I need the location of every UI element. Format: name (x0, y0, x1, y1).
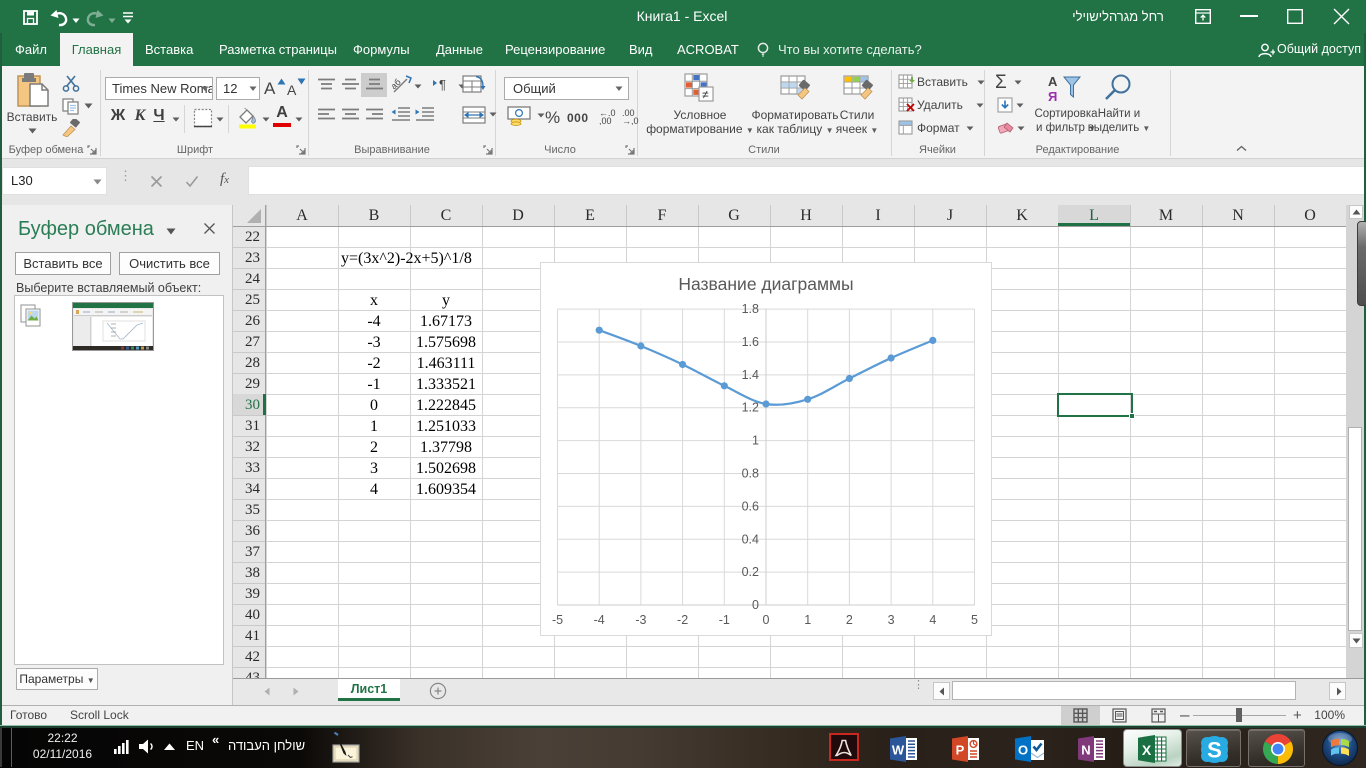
svg-text:-5: -5 (552, 613, 563, 627)
svg-text:0.4: 0.4 (742, 532, 759, 546)
svg-text:X: X (1142, 742, 1152, 758)
svg-text:А: А (1048, 74, 1058, 89)
svg-text:0: 0 (763, 613, 770, 627)
svg-text:S: S (1207, 738, 1222, 763)
svg-text:2: 2 (846, 613, 853, 627)
svg-text:1: 1 (804, 613, 811, 627)
svg-text:аб: аб (392, 77, 403, 91)
svg-text:0: 0 (752, 598, 759, 612)
svg-text:N: N (1081, 743, 1090, 758)
svg-text:Я: Я (1048, 89, 1057, 103)
svg-text:0.6: 0.6 (742, 499, 759, 513)
svg-text:O: O (1018, 743, 1028, 758)
svg-text:-4: -4 (594, 613, 605, 627)
svg-text:3: 3 (888, 613, 895, 627)
svg-text:P: P (956, 743, 965, 758)
svg-text:1.6: 1.6 (742, 335, 759, 349)
svg-text:5: 5 (971, 613, 978, 627)
svg-text:1.2: 1.2 (742, 401, 759, 415)
svg-text:¶: ¶ (439, 77, 446, 92)
svg-text:-2: -2 (677, 613, 688, 627)
svg-text:W: W (892, 743, 905, 758)
svg-text:1: 1 (752, 434, 759, 448)
svg-text:0.8: 0.8 (742, 467, 759, 481)
svg-text:-3: -3 (635, 613, 646, 627)
svg-text:1.8: 1.8 (742, 302, 759, 316)
svg-text:1.4: 1.4 (742, 368, 759, 382)
svg-text:≠: ≠ (702, 88, 709, 102)
svg-text:4: 4 (929, 613, 936, 627)
svg-text:0.2: 0.2 (742, 565, 759, 579)
svg-text:-1: -1 (719, 613, 730, 627)
svg-text:→,0: →,0 (622, 116, 639, 125)
svg-text:,00: ,00 (599, 116, 612, 125)
